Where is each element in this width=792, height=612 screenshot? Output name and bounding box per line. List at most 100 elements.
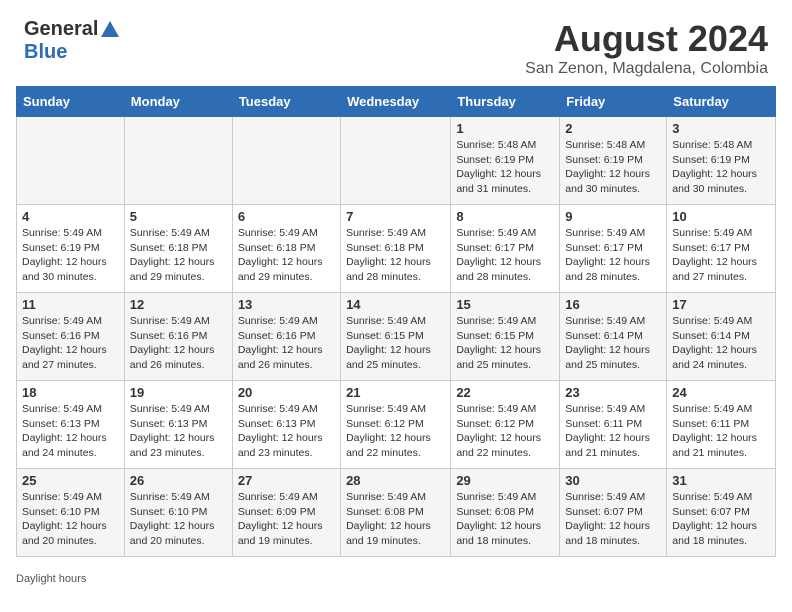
subtitle: San Zenon, Magdalena, Colombia <box>525 60 768 78</box>
calendar-cell: 25Sunrise: 5:49 AMSunset: 6:10 PMDayligh… <box>17 469 125 557</box>
day-number: 13 <box>238 297 335 312</box>
calendar-cell <box>232 117 340 205</box>
header-sunday: Sunday <box>17 87 125 117</box>
header-friday: Friday <box>560 87 667 117</box>
calendar-cell: 4 Sunrise: 5:49 AMSunset: 6:19 PMDaylight… <box>17 205 125 293</box>
calendar-cell: 11Sunrise: 5:49 AMSunset: 6:16 PMDayligh… <box>17 293 125 381</box>
day-info: Sunrise: 5:49 AMSunset: 6:18 PMDaylight:… <box>346 226 445 285</box>
day-number: 21 <box>346 385 445 400</box>
header-wednesday: Wednesday <box>341 87 451 117</box>
day-info: Sunrise: 5:48 AMSunset: 6:19 PMDaylight:… <box>456 138 554 197</box>
calendar-body: 1Sunrise: 5:48 AMSunset: 6:19 PMDaylight… <box>17 117 776 557</box>
calendar-week-3: 11Sunrise: 5:49 AMSunset: 6:16 PMDayligh… <box>17 293 776 381</box>
calendar-container: Sunday Monday Tuesday Wednesday Thursday… <box>0 86 792 567</box>
day-info: Sunrise: 5:49 AMSunset: 6:09 PMDaylight:… <box>238 490 335 549</box>
day-info: Sunrise: 5:49 AMSunset: 6:13 PMDaylight:… <box>238 402 335 461</box>
calendar-cell: 20Sunrise: 5:49 AMSunset: 6:13 PMDayligh… <box>232 381 340 469</box>
day-number: 26 <box>130 473 227 488</box>
calendar-cell: 10 Sunrise: 5:49 AMSunset: 6:17 PMDayligh… <box>667 205 776 293</box>
day-number: 16 <box>565 297 661 312</box>
calendar-cell: 27 Sunrise: 5:49 AMSunset: 6:09 PMDayligh… <box>232 469 340 557</box>
calendar-header: Sunday Monday Tuesday Wednesday Thursday… <box>17 87 776 117</box>
logo-blue-text: Blue <box>24 41 67 64</box>
day-info: Sunrise: 5:49 AMSunset: 6:08 PMDaylight:… <box>346 490 445 549</box>
day-number: 9 <box>565 209 661 224</box>
day-info: Sunrise: 5:49 AMSunset: 6:11 PMDaylight:… <box>565 402 661 461</box>
calendar-cell: 16 Sunrise: 5:49 AMSunset: 6:14 PMDayligh… <box>560 293 667 381</box>
day-number: 10 <box>672 209 770 224</box>
calendar-cell: 2Sunrise: 5:48 AMSunset: 6:19 PMDaylight… <box>560 117 667 205</box>
logo: General Blue <box>24 18 121 64</box>
footer-text: Daylight hours <box>16 573 86 585</box>
day-info: Sunrise: 5:49 AMSunset: 6:10 PMDaylight:… <box>22 490 119 549</box>
day-info: Sunrise: 5:49 AMSunset: 6:12 PMDaylight:… <box>346 402 445 461</box>
day-info: Sunrise: 5:49 AMSunset: 6:15 PMDaylight:… <box>346 314 445 373</box>
calendar-cell: 12Sunrise: 5:49 AMSunset: 6:16 PMDayligh… <box>124 293 232 381</box>
day-info: Sunrise: 5:49 AMSunset: 6:14 PMDaylight:… <box>565 314 661 373</box>
footer: Daylight hours <box>0 567 792 589</box>
day-number: 23 <box>565 385 661 400</box>
header-row: Sunday Monday Tuesday Wednesday Thursday… <box>17 87 776 117</box>
calendar-cell: 9 Sunrise: 5:49 AMSunset: 6:17 PMDaylight… <box>560 205 667 293</box>
calendar-cell: 18 Sunrise: 5:49 AMSunset: 6:13 PMDayligh… <box>17 381 125 469</box>
day-number: 18 <box>22 385 119 400</box>
header-monday: Monday <box>124 87 232 117</box>
calendar-cell: 8Sunrise: 5:49 AMSunset: 6:17 PMDaylight… <box>451 205 560 293</box>
header-saturday: Saturday <box>667 87 776 117</box>
day-info: Sunrise: 5:49 AMSunset: 6:13 PMDaylight:… <box>130 402 227 461</box>
calendar-week-2: 4 Sunrise: 5:49 AMSunset: 6:19 PMDaylight… <box>17 205 776 293</box>
day-info: Sunrise: 5:49 AMSunset: 6:17 PMDaylight:… <box>565 226 661 285</box>
day-info: Sunrise: 5:49 AMSunset: 6:11 PMDaylight:… <box>672 402 770 461</box>
day-info: Sunrise: 5:49 AMSunset: 6:16 PMDaylight:… <box>238 314 335 373</box>
calendar-cell: 13 Sunrise: 5:49 AMSunset: 6:16 PMDayligh… <box>232 293 340 381</box>
day-info: Sunrise: 5:49 AMSunset: 6:19 PMDaylight:… <box>22 226 119 285</box>
calendar-cell: 29 Sunrise: 5:49 AMSunset: 6:08 PMDayligh… <box>451 469 560 557</box>
day-number: 3 <box>672 121 770 136</box>
calendar-cell: 19Sunrise: 5:49 AMSunset: 6:13 PMDayligh… <box>124 381 232 469</box>
day-info: Sunrise: 5:49 AMSunset: 6:13 PMDaylight:… <box>22 402 119 461</box>
main-title: August 2024 <box>525 18 768 60</box>
logo-icon <box>99 19 121 41</box>
calendar-cell <box>341 117 451 205</box>
day-number: 22 <box>456 385 554 400</box>
day-number: 4 <box>22 209 119 224</box>
header-tuesday: Tuesday <box>232 87 340 117</box>
day-info: Sunrise: 5:49 AMSunset: 6:14 PMDaylight:… <box>672 314 770 373</box>
calendar-cell: 6Sunrise: 5:49 AMSunset: 6:18 PMDaylight… <box>232 205 340 293</box>
calendar-cell: 23 Sunrise: 5:49 AMSunset: 6:11 PMDayligh… <box>560 381 667 469</box>
calendar-cell: 3 Sunrise: 5:48 AMSunset: 6:19 PMDaylight… <box>667 117 776 205</box>
calendar-table: Sunday Monday Tuesday Wednesday Thursday… <box>16 86 776 557</box>
calendar-cell: 30 Sunrise: 5:49 AMSunset: 6:07 PMDayligh… <box>560 469 667 557</box>
day-info: Sunrise: 5:49 AMSunset: 6:18 PMDaylight:… <box>238 226 335 285</box>
day-number: 14 <box>346 297 445 312</box>
calendar-cell: 15Sunrise: 5:49 AMSunset: 6:15 PMDayligh… <box>451 293 560 381</box>
day-info: Sunrise: 5:49 AMSunset: 6:16 PMDaylight:… <box>22 314 119 373</box>
calendar-cell <box>124 117 232 205</box>
day-number: 31 <box>672 473 770 488</box>
calendar-cell: 7Sunrise: 5:49 AMSunset: 6:18 PMDaylight… <box>341 205 451 293</box>
day-number: 27 <box>238 473 335 488</box>
day-number: 15 <box>456 297 554 312</box>
calendar-week-5: 25Sunrise: 5:49 AMSunset: 6:10 PMDayligh… <box>17 469 776 557</box>
calendar-cell: 17Sunrise: 5:49 AMSunset: 6:14 PMDayligh… <box>667 293 776 381</box>
header-thursday: Thursday <box>451 87 560 117</box>
day-info: Sunrise: 5:49 AMSunset: 6:12 PMDaylight:… <box>456 402 554 461</box>
calendar-cell: 5 Sunrise: 5:49 AMSunset: 6:18 PMDaylight… <box>124 205 232 293</box>
day-info: Sunrise: 5:49 AMSunset: 6:18 PMDaylight:… <box>130 226 227 285</box>
day-number: 5 <box>130 209 227 224</box>
day-number: 30 <box>565 473 661 488</box>
day-info: Sunrise: 5:48 AMSunset: 6:19 PMDaylight:… <box>672 138 770 197</box>
day-info: Sunrise: 5:49 AMSunset: 6:17 PMDaylight:… <box>672 226 770 285</box>
day-info: Sunrise: 5:49 AMSunset: 6:07 PMDaylight:… <box>672 490 770 549</box>
day-info: Sunrise: 5:49 AMSunset: 6:07 PMDaylight:… <box>565 490 661 549</box>
day-info: Sunrise: 5:49 AMSunset: 6:08 PMDaylight:… <box>456 490 554 549</box>
title-block: August 2024 San Zenon, Magdalena, Colomb… <box>525 18 768 78</box>
calendar-cell <box>17 117 125 205</box>
page-header: General Blue August 2024 San Zenon, Magd… <box>0 0 792 86</box>
calendar-cell: 31 Sunrise: 5:49 AMSunset: 6:07 PMDayligh… <box>667 469 776 557</box>
day-number: 29 <box>456 473 554 488</box>
day-number: 8 <box>456 209 554 224</box>
calendar-cell: 24Sunrise: 5:49 AMSunset: 6:11 PMDayligh… <box>667 381 776 469</box>
calendar-cell: 21 Sunrise: 5:49 AMSunset: 6:12 PMDayligh… <box>341 381 451 469</box>
day-number: 28 <box>346 473 445 488</box>
